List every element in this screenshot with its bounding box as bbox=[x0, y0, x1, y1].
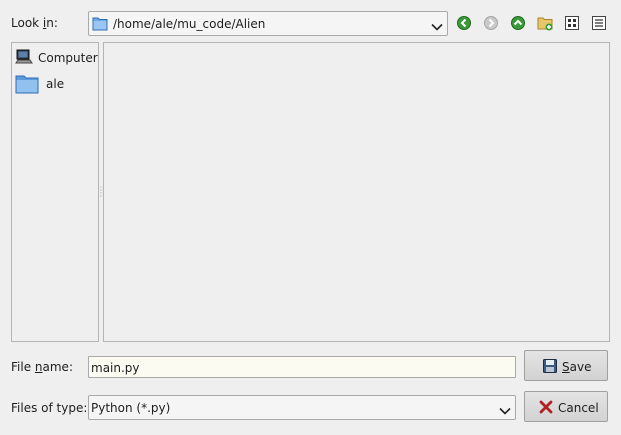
file-list-view[interactable] bbox=[103, 42, 610, 342]
detail-view-icon[interactable] bbox=[591, 15, 607, 31]
sidebar-item-label: Computer bbox=[38, 51, 98, 65]
chevron-down-icon[interactable] bbox=[431, 20, 443, 31]
cancel-button[interactable]: Cancel bbox=[524, 391, 608, 422]
file-type-value: Python (*.py) bbox=[91, 401, 171, 415]
list-view-icon[interactable] bbox=[564, 15, 580, 31]
splitter-handle[interactable] bbox=[100, 186, 102, 198]
sidebar-item-computer[interactable]: Computer bbox=[15, 46, 99, 68]
computer-icon bbox=[15, 48, 33, 69]
look-in-path: /home/ale/mu_code/Alien bbox=[113, 17, 266, 31]
forward-arrow-icon bbox=[483, 15, 499, 31]
file-name-value[interactable]: main.py bbox=[91, 360, 140, 376]
folder-icon bbox=[92, 16, 108, 34]
sidebar-item-ale[interactable]: ale bbox=[15, 72, 99, 94]
up-arrow-icon[interactable] bbox=[510, 15, 526, 31]
look-in-label: Look in: bbox=[11, 16, 58, 30]
file-name-label: File name: bbox=[11, 360, 73, 374]
look-in-combo[interactable]: /home/ale/mu_code/Alien bbox=[88, 11, 448, 36]
chevron-down-icon[interactable] bbox=[499, 404, 511, 415]
file-name-input[interactable]: main.py bbox=[88, 356, 516, 378]
sidebar-item-label: ale bbox=[46, 77, 65, 91]
floppy-disk-icon bbox=[543, 359, 557, 376]
new-folder-icon[interactable] bbox=[537, 15, 553, 31]
file-type-combo[interactable]: Python (*.py) bbox=[88, 395, 516, 420]
back-arrow-icon[interactable] bbox=[456, 15, 472, 31]
sidebar-places[interactable]: Computer ale bbox=[11, 42, 99, 342]
folder-icon bbox=[15, 74, 39, 97]
save-button[interactable]: Save bbox=[524, 350, 608, 381]
cancel-label: Cancel bbox=[558, 401, 599, 415]
cancel-x-icon bbox=[539, 400, 553, 417]
file-type-label: Files of type: bbox=[11, 401, 88, 415]
save-label: Save bbox=[562, 360, 592, 374]
